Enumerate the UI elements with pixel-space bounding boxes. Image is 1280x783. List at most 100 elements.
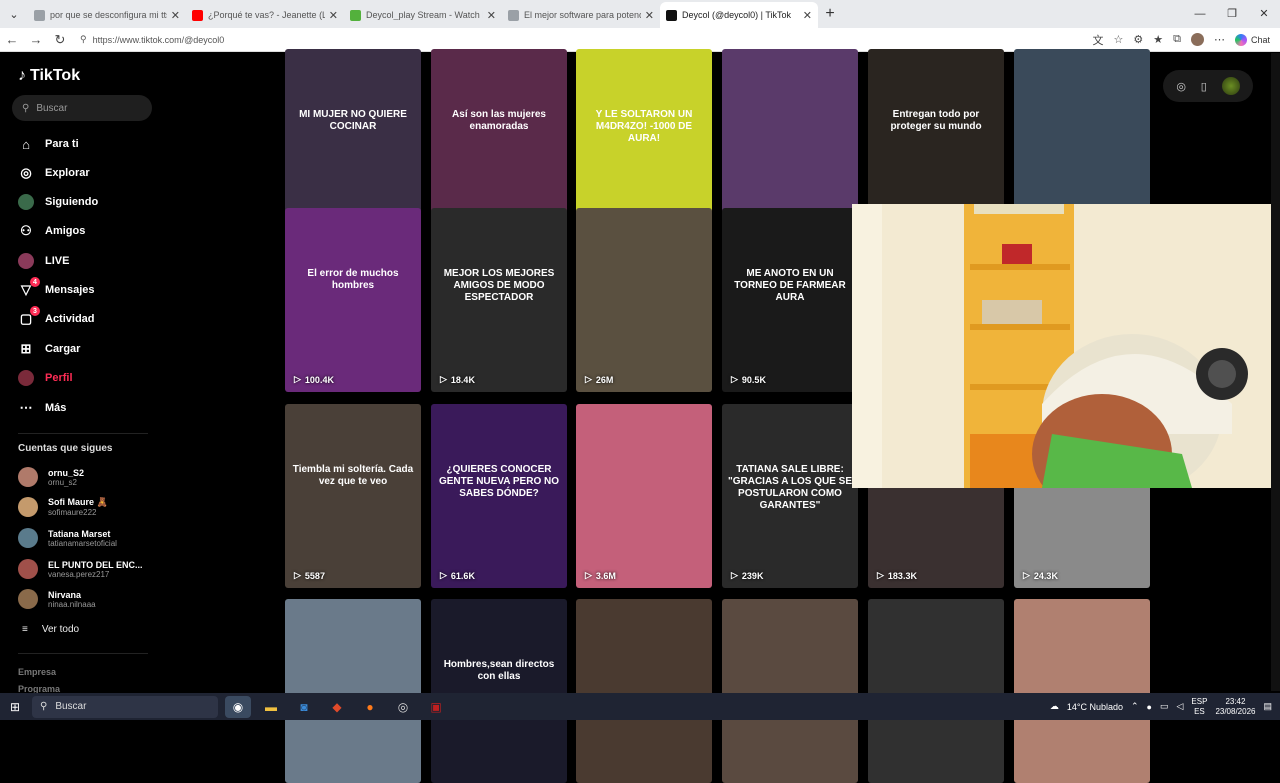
new-tab-plus-icon[interactable]: + [818,5,842,23]
view-count: ▷ 90.5K [731,374,766,385]
following-account[interactable]: Sofi Maure 🧸 sofimaure222 [18,494,108,520]
following-section-title: Cuentas que sigues [18,443,113,454]
tiktok-logo[interactable]: ♪ TikTok [18,67,80,85]
close-window-icon[interactable]: ✕ [1248,0,1280,28]
obs-icon[interactable]: ◎ [390,696,416,718]
coins-icon[interactable]: ◎ [1176,80,1186,93]
video-card[interactable]: ¿QUIERES CONOCER GENTE NUEVA PERO NO SAB… [431,404,567,588]
nav-mensajes[interactable]: ▽ 4 Mensajes [18,277,95,301]
file-explorer-icon[interactable]: ▬ [258,696,284,718]
mic-icon[interactable]: ● [1147,702,1152,712]
play-icon: ▷ [585,570,592,580]
site-info-icon[interactable]: ⚲ [80,34,87,45]
extensions-icon[interactable]: ⚙ [1133,33,1143,46]
following-avatar-icon [18,194,34,210]
video-caption: TATIANA SALE LIBRE: "GRACIAS A LOS QUE S… [728,464,853,511]
nav-actividad[interactable]: ▢ 3 Actividad [18,306,95,330]
collections-icon[interactable]: ⧉ [1173,33,1181,46]
see-all-link[interactable]: ≡ Ver todo [22,624,79,635]
video-card[interactable] [285,599,421,783]
following-account[interactable]: Nirvana ninaa.nilnaaa [18,586,96,612]
browser-tab[interactable]: ¿Porqué te vas? - Jeanette (Ly ✕ [186,2,344,28]
translate-icon[interactable]: 文 [1093,32,1104,48]
reload-icon[interactable]: ↻ [48,32,72,48]
minimize-icon[interactable]: — [1184,0,1216,28]
video-card[interactable]: Así son las mujeres enamoradas▷8073 [431,49,567,233]
clock[interactable]: 23:42 23/08/2026 [1215,697,1255,717]
video-card[interactable]: TATIANA SALE LIBRE: "GRACIAS A LOS QUE S… [722,404,858,588]
close-tab-icon[interactable]: ✕ [329,9,338,22]
nav-explorar[interactable]: ◎ Explorar [18,162,89,184]
taskbar-search-input[interactable]: ⚲ Buscar [32,695,218,718]
browser-tab[interactable]: por que se desconfigura mi tts en✕ [28,2,186,28]
play-icon: ▷ [294,374,301,384]
app-icon[interactable]: ▣ [423,696,449,718]
url-field[interactable]: ⚲ https://www.tiktok.com/@deycol0 [80,30,1090,49]
close-tab-icon[interactable]: ✕ [487,9,496,22]
nav-mas[interactable]: ⋯ Más [18,397,67,419]
browser-tab[interactable]: El mejor software para potenciar ✕ [502,2,660,28]
tab-list-chevron-icon[interactable]: ⌄ [0,0,28,28]
video-card[interactable]: Hombres,sean directos con ellas [431,599,567,783]
toolbar-icons: 文 ☆ ⚙ ★ ⧉ ⋯ Chat [1093,32,1270,48]
messages-icon: ▽ 4 [18,277,40,298]
tray-chevron-icon[interactable]: ⌃ [1131,701,1139,712]
nav-cargar[interactable]: ⊞ Cargar [18,338,81,360]
edge-app-icon[interactable]: ◉ [225,695,251,718]
nav-live[interactable]: LIVE [18,250,69,272]
nav-amigos[interactable]: ⚇ Amigos [18,220,85,242]
weather-text[interactable]: 14°C Nublado [1067,702,1123,712]
video-card[interactable]: El error de muchos hombres ▷ 100.4K [285,208,421,392]
volume-icon[interactable]: ◁ [1177,701,1184,712]
user-avatar-icon[interactable] [1221,77,1240,95]
app-icon[interactable]: ◆ [324,696,350,718]
browser-tab-active[interactable]: Deycol (@deycol0) | TikTok ✕ [660,2,818,28]
close-tab-icon[interactable]: ✕ [171,9,180,22]
video-caption: Entregan todo por proteger su mundo [890,109,982,132]
tiktok-page: ♪ TikTok ⚲ Buscar ⌂ Para ti ◎ Explorar Sigui… [0,49,1280,783]
divider [18,433,148,434]
search-input[interactable]: ⚲ Buscar [12,95,152,121]
video-card[interactable]: MI MUJER NO QUIERE COCINAR▷174K [285,49,421,233]
video-card[interactable]: MEJOR LOS MEJORES AMIGOS DE MODO ESPECTA… [431,208,567,392]
video-card[interactable] [1014,599,1150,783]
firefox-icon[interactable]: ● [357,696,383,718]
nav-perfil[interactable]: Perfil [18,367,73,389]
following-account[interactable]: Tatiana Marset tatianamarsetoficial [18,525,117,551]
device-icon[interactable]: ▯ [1201,80,1207,93]
close-tab-icon[interactable]: ✕ [803,9,812,22]
favorite-star-icon[interactable]: ☆ [1114,33,1124,46]
language-indicator[interactable]: ESP ES [1191,697,1207,717]
outlook-icon[interactable]: ◙ [291,696,317,718]
favorites-icon[interactable]: ★ [1153,33,1163,46]
video-card[interactable]: Tiembla mi soltería. Cada vez que te veo… [285,404,421,588]
video-card[interactable] [722,599,858,783]
close-tab-icon[interactable]: ✕ [645,9,654,22]
nav-para-ti[interactable]: ⌂ Para ti [18,133,79,155]
profile-avatar-icon[interactable] [1190,33,1204,46]
maximize-icon[interactable]: ❐ [1216,0,1248,28]
forward-arrow-icon[interactable]: → [24,32,48,47]
more-dots-icon[interactable]: ⋯ [1214,33,1225,46]
following-account[interactable]: ornu_S2 ornu_s2 [18,464,84,490]
webcam-overlay [852,204,1280,488]
nav-siguiendo[interactable]: Siguiendo [18,191,98,213]
video-card[interactable] [576,599,712,783]
following-account[interactable]: EL PUNTO DEL ENC... vanesa.perez217 [18,556,143,582]
video-card[interactable] [868,599,1004,783]
video-card[interactable]: ▷ 3.6M [576,404,712,588]
back-arrow-icon[interactable]: ← [0,32,24,47]
page-scrollbar[interactable] [1271,53,1280,691]
video-card[interactable]: Y LE SOLTARON UN M4DR4ZO! -1000 DE AURA!… [576,49,712,233]
video-card[interactable]: ▷56.1K [722,49,858,233]
windows-start-icon[interactable]: ⊞ [0,700,30,714]
copilot-button[interactable]: Chat [1234,33,1270,46]
search-icon: ⚲ [40,701,48,712]
upload-icon: ⊞ [20,341,32,356]
footer-link[interactable]: Empresa [18,667,56,677]
video-card[interactable]: ▷ 26M [576,208,712,392]
browser-tab[interactable]: Deycol_play Stream - Watch Live o✕ [344,2,502,28]
notifications-icon[interactable]: ▤ [1263,701,1272,712]
video-card[interactable]: ME ANOTO EN UN TORNEO DE FARMEAR AURA ▷ 90… [722,208,858,392]
network-icon[interactable]: ▭ [1160,701,1169,712]
